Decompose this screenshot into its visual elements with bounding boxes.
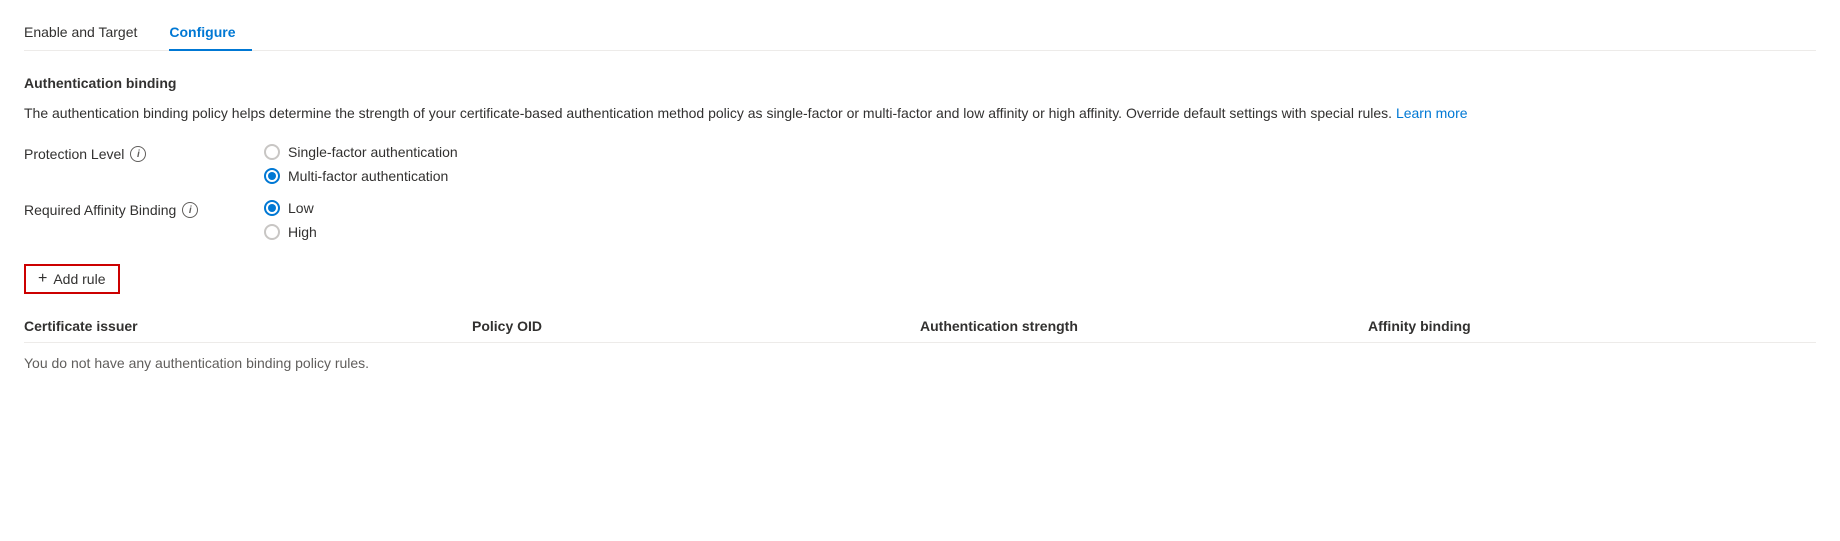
learn-more-link[interactable]: Learn more	[1396, 105, 1468, 121]
protection-level-row: Protection Level i Single-factor authent…	[24, 144, 1816, 184]
low-radio[interactable]	[264, 200, 280, 216]
single-factor-label: Single-factor authentication	[288, 144, 458, 160]
tab-enable-and-target[interactable]: Enable and Target	[24, 16, 153, 50]
affinity-binding-info-icon[interactable]: i	[182, 202, 198, 218]
column-policy-oid: Policy OID	[472, 310, 920, 343]
high-option[interactable]: High	[264, 224, 317, 240]
multi-factor-label: Multi-factor authentication	[288, 168, 448, 184]
column-certificate-issuer: Certificate issuer	[24, 310, 472, 343]
section-title: Authentication binding	[24, 75, 1816, 91]
rules-table: Certificate issuer Policy OID Authentica…	[24, 310, 1816, 383]
table-body: You do not have any authentication bindi…	[24, 343, 1816, 384]
low-option[interactable]: Low	[264, 200, 317, 216]
single-factor-radio[interactable]	[264, 144, 280, 160]
affinity-binding-row: Required Affinity Binding i Low High	[24, 200, 1816, 240]
tab-configure[interactable]: Configure	[169, 16, 251, 50]
high-radio[interactable]	[264, 224, 280, 240]
add-rule-button[interactable]: + Add rule	[24, 264, 120, 294]
page-container: Enable and Target Configure Authenticati…	[0, 0, 1840, 541]
section-description: The authentication binding policy helps …	[24, 103, 1804, 124]
multi-factor-radio[interactable]	[264, 168, 280, 184]
affinity-binding-label: Required Affinity Binding i	[24, 200, 264, 218]
affinity-binding-options: Low High	[264, 200, 317, 240]
empty-state-row: You do not have any authentication bindi…	[24, 343, 1816, 384]
column-affinity-binding: Affinity binding	[1368, 310, 1816, 343]
multi-factor-option[interactable]: Multi-factor authentication	[264, 168, 458, 184]
low-label: Low	[288, 200, 314, 216]
high-label: High	[288, 224, 317, 240]
column-authentication-strength: Authentication strength	[920, 310, 1368, 343]
protection-level-info-icon[interactable]: i	[130, 146, 146, 162]
add-rule-label: Add rule	[53, 271, 105, 287]
single-factor-option[interactable]: Single-factor authentication	[264, 144, 458, 160]
tabs-bar: Enable and Target Configure	[24, 16, 1816, 51]
protection-level-options: Single-factor authentication Multi-facto…	[264, 144, 458, 184]
protection-level-label: Protection Level i	[24, 144, 264, 162]
table-header-row: Certificate issuer Policy OID Authentica…	[24, 310, 1816, 343]
table-header: Certificate issuer Policy OID Authentica…	[24, 310, 1816, 343]
plus-icon: +	[38, 271, 47, 287]
empty-state-message: You do not have any authentication bindi…	[24, 343, 1816, 384]
